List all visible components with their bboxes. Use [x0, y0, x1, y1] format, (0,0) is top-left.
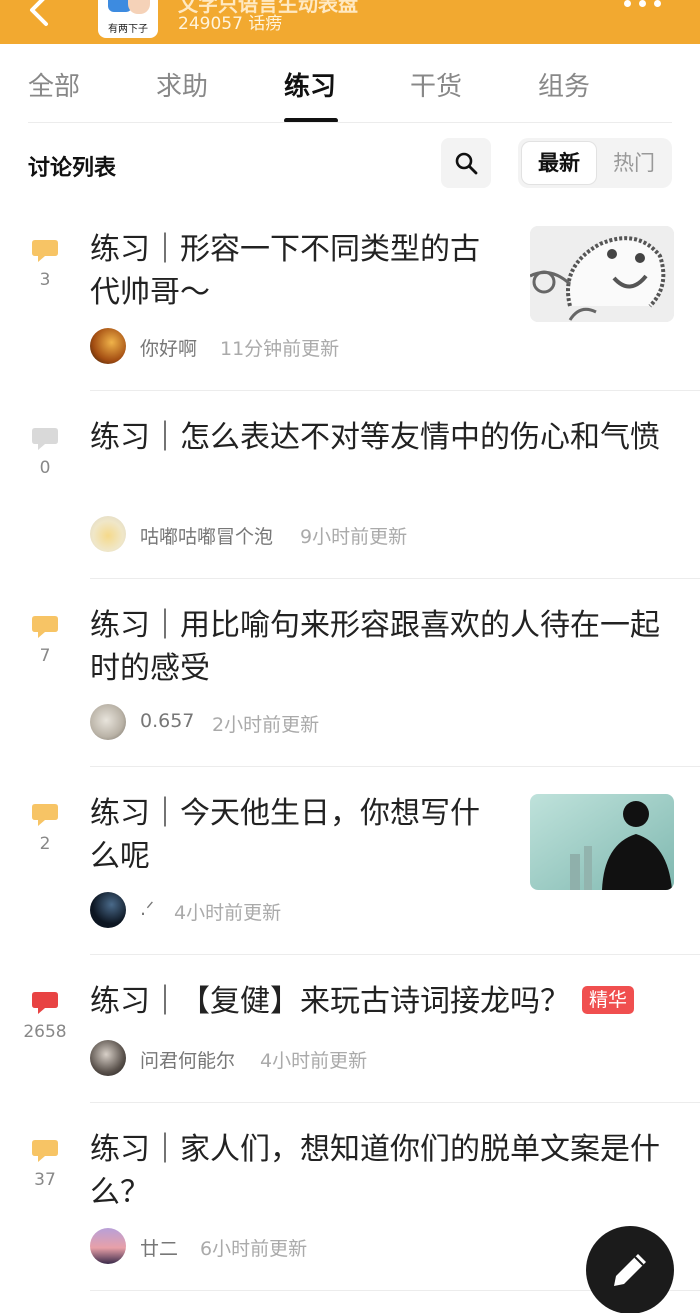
author-name[interactable]: .ᐟ [140, 898, 154, 920]
post-title[interactable]: 练习｜形容一下不同类型的古代帅哥～ [90, 228, 500, 314]
post-divider [90, 766, 700, 767]
comment-count: 0 [39, 458, 51, 478]
post-divider [90, 1102, 700, 1103]
comment-indicator: 7 [28, 614, 62, 666]
comment-count: 3 [39, 270, 51, 290]
author-avatar[interactable] [90, 328, 126, 364]
comment-indicator: 2 [28, 802, 62, 854]
tab-all[interactable]: 全部 [28, 66, 80, 103]
update-time: 6小时前更新 [200, 1238, 308, 1260]
comment-bubble-icon [32, 992, 58, 1014]
tab-practice[interactable]: 练习 [284, 66, 336, 103]
post-title-text: 练习｜【复健】来玩古诗词接龙吗？ [90, 984, 570, 1019]
comment-bubble-icon [32, 428, 58, 450]
post-item[interactable]: 2 练习｜今天他生日，你想写什么呢 .ᐟ 4小时前更新 [0, 790, 700, 955]
post-title[interactable]: 练习｜怎么表达不对等友情中的伤心和气愤 [90, 416, 670, 459]
author-name[interactable]: 问君何能尔 [140, 1046, 235, 1073]
tabs-divider [28, 122, 672, 123]
post-item[interactable]: 3 练习｜形容一下不同类型的古代帅哥～ 你好啊 11分钟前更新 [0, 226, 700, 391]
post-thumbnail[interactable] [530, 226, 674, 322]
comment-bubble-icon [32, 804, 58, 826]
author-name[interactable]: 0.657 [140, 710, 194, 732]
doodle-image [530, 226, 674, 322]
author-avatar[interactable] [90, 1228, 126, 1264]
comment-indicator: 37 [28, 1138, 62, 1190]
author-avatar[interactable] [90, 516, 126, 552]
post-thumbnail[interactable] [530, 794, 674, 890]
update-time: 4小时前更新 [260, 1050, 368, 1072]
comment-indicator: 2658 [16, 990, 74, 1042]
more-dots-icon[interactable] [624, 0, 664, 12]
author-avatar[interactable] [90, 704, 126, 740]
update-time: 4小时前更新 [174, 902, 282, 924]
comment-indicator: 0 [28, 426, 62, 478]
update-time: 11分钟前更新 [220, 338, 340, 360]
group-logo[interactable]: 有两下子 [98, 0, 158, 38]
silhouette-photo [530, 794, 674, 890]
back-chevron-icon[interactable] [22, 0, 62, 30]
comment-bubble-icon [32, 240, 58, 262]
sort-toggle: 最新 热门 [518, 138, 672, 188]
comment-bubble-icon [32, 1140, 58, 1162]
compose-button[interactable] [586, 1226, 674, 1313]
post-item[interactable]: 7 练习｜用比喻句来形容跟喜欢的人待在一起时的感受 0.657 2小时前更新 [0, 602, 700, 767]
update-time: 2小时前更新 [212, 714, 320, 736]
list-title: 讨论列表 [28, 156, 117, 181]
post-item[interactable]: 0 练习｜怎么表达不对等友情中的伤心和气愤 咕嘟咕嘟冒个泡 9小时前更新 [0, 414, 700, 579]
pen-icon [614, 1254, 646, 1286]
post-divider [90, 954, 700, 955]
post-title[interactable]: 练习｜用比喻句来形容跟喜欢的人待在一起时的感受 [90, 604, 670, 690]
search-icon [455, 152, 478, 175]
author-name[interactable]: 廿二 [140, 1234, 178, 1261]
member-count: 249057 话痨 [178, 14, 283, 34]
tab-help[interactable]: 求助 [156, 66, 208, 103]
logo-text: 有两下子 [108, 24, 148, 35]
tab-group-affairs[interactable]: 组务 [538, 66, 590, 103]
top-bar: 有两下子 文字只语言生动表盘 249057 话痨 [0, 0, 700, 44]
post-title[interactable]: 练习｜家人们，想知道你们的脱单文案是什么？ [90, 1128, 670, 1214]
update-time: 9小时前更新 [300, 526, 408, 548]
comment-count: 37 [34, 1170, 56, 1190]
post-item[interactable]: 2658 练习｜【复健】来玩古诗词接龙吗？ 精华 问君何能尔 4小时前更新 [0, 978, 700, 1103]
tab-tips[interactable]: 干货 [410, 66, 462, 103]
comment-count: 2658 [23, 1022, 67, 1042]
author-avatar[interactable] [90, 892, 126, 928]
sort-hot[interactable]: 热门 [600, 142, 668, 184]
featured-badge: 精华 [582, 985, 635, 1014]
category-tabs: 全部 求助 练习 干货 组务 [0, 44, 700, 124]
list-header: 讨论列表 最新 热门 [0, 124, 700, 204]
post-title[interactable]: 练习｜今天他生日，你想写什么呢 [90, 792, 500, 878]
search-button[interactable] [441, 138, 491, 188]
post-divider [90, 578, 700, 579]
post-divider [90, 390, 700, 391]
logo-thumb-shape [128, 0, 150, 14]
author-name[interactable]: 你好啊 [140, 334, 197, 361]
author-name[interactable]: 咕嘟咕嘟冒个泡 [140, 522, 273, 549]
author-avatar[interactable] [90, 1040, 126, 1076]
comment-count: 2 [39, 834, 51, 854]
comment-indicator: 3 [28, 238, 62, 290]
sort-latest[interactable]: 最新 [522, 142, 596, 184]
comment-bubble-icon [32, 616, 58, 638]
comment-count: 7 [39, 646, 51, 666]
post-title[interactable]: 练习｜【复健】来玩古诗词接龙吗？ 精华 [90, 980, 670, 1023]
